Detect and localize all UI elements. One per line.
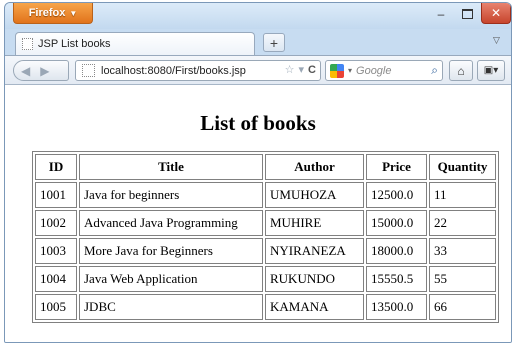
- table-row: 1004 Java Web Application RUKUNDO 15550.…: [35, 266, 496, 292]
- tab-title: JSP List books: [38, 38, 111, 50]
- cell-id: 1005: [35, 294, 77, 320]
- cell-id: 1001: [35, 182, 77, 208]
- cell-quantity: 33: [429, 238, 496, 264]
- cell-price: 12500.0: [366, 182, 427, 208]
- table-header-row: ID Title Author Price Quantity: [35, 154, 496, 180]
- url-bar-actions: ☆ ▾ C: [285, 63, 316, 77]
- minimize-button[interactable]: –: [429, 5, 453, 23]
- close-button[interactable]: ✕: [481, 3, 511, 24]
- cell-quantity: 55: [429, 266, 496, 292]
- cell-title: Advanced Java Programming: [79, 210, 263, 236]
- reload-icon[interactable]: C: [308, 64, 316, 76]
- maximize-button[interactable]: [455, 5, 479, 23]
- page-content: List of books ID Title Author Price Quan…: [5, 85, 511, 342]
- table-row: 1005 JDBC KAMANA 13500.0 66: [35, 294, 496, 320]
- firefox-menu-button[interactable]: Firefox ▼: [13, 3, 93, 24]
- cell-quantity: 11: [429, 182, 496, 208]
- site-identity-icon[interactable]: [82, 64, 95, 77]
- cell-id: 1004: [35, 266, 77, 292]
- list-all-tabs-button[interactable]: ▽: [493, 35, 500, 46]
- back-arrow-icon[interactable]: ◀: [21, 64, 30, 78]
- cell-price: 15550.5: [366, 266, 427, 292]
- cell-price: 18000.0: [366, 238, 427, 264]
- cell-title: Java for beginners: [79, 182, 263, 208]
- cell-author: NYIRANEZA: [265, 238, 364, 264]
- cell-title: More Java for Beginners: [79, 238, 263, 264]
- firefox-menu-label: Firefox: [28, 7, 66, 19]
- table-row: 1001 Java for beginners UMUHOZA 12500.0 …: [35, 182, 496, 208]
- home-button[interactable]: ⌂: [449, 60, 473, 81]
- forward-arrow-icon[interactable]: ▶: [40, 64, 49, 78]
- title-bar: Firefox ▼ – ✕: [5, 3, 511, 29]
- cell-author: KAMANA: [265, 294, 364, 320]
- url-bar[interactable]: localhost:8080/First/books.jsp ☆ ▾ C: [75, 60, 321, 81]
- navigation-bar: ◀ ▶ localhost:8080/First/books.jsp ☆ ▾ C…: [5, 55, 511, 85]
- close-icon: ✕: [490, 6, 502, 20]
- minimize-icon: –: [437, 7, 445, 21]
- search-placeholder: Google: [356, 64, 392, 77]
- bookmark-star-icon[interactable]: ☆: [285, 63, 295, 76]
- cell-id: 1003: [35, 238, 77, 264]
- cell-quantity: 66: [429, 294, 496, 320]
- maximize-icon: [461, 9, 473, 19]
- plus-icon: +: [269, 34, 279, 51]
- page-title: List of books: [200, 111, 316, 135]
- magnifier-icon[interactable]: ⌕: [431, 63, 438, 78]
- tab-jsp-list-books[interactable]: JSP List books: [15, 32, 255, 55]
- bookmarks-menu-button[interactable]: ▣▾: [477, 60, 505, 81]
- page-icon: [22, 38, 33, 50]
- cell-title: Java Web Application: [79, 266, 263, 292]
- search-bar[interactable]: ▾ Google ⌕: [325, 60, 443, 81]
- column-header-price: Price: [366, 154, 427, 180]
- chevron-down-icon: ▼: [69, 8, 78, 18]
- cell-title: JDBC: [79, 294, 263, 320]
- table-row: 1003 More Java for Beginners NYIRANEZA 1…: [35, 238, 496, 264]
- table-row: 1002 Advanced Java Programming MUHIRE 15…: [35, 210, 496, 236]
- google-icon[interactable]: [330, 63, 344, 78]
- books-table: ID Title Author Price Quantity 1001 Java…: [32, 151, 499, 323]
- home-icon: ⌂: [457, 63, 465, 78]
- browser-window: Firefox ▼ – ✕ JSP List books + ▽ ◀ ▶ loc…: [4, 2, 512, 343]
- cell-id: 1002: [35, 210, 77, 236]
- new-tab-button[interactable]: +: [263, 33, 285, 52]
- bookmarks-menu-icon: ▣▾: [483, 65, 499, 76]
- cell-author: RUKUNDO: [265, 266, 364, 292]
- column-header-title: Title: [79, 154, 263, 180]
- cell-price: 13500.0: [366, 294, 427, 320]
- cell-author: MUHIRE: [265, 210, 364, 236]
- cell-price: 15000.0: [366, 210, 427, 236]
- back-forward-buttons: ◀ ▶: [13, 60, 69, 81]
- column-header-author: Author: [265, 154, 364, 180]
- column-header-id: ID: [35, 154, 77, 180]
- tab-strip: JSP List books + ▽: [5, 29, 511, 55]
- cell-quantity: 22: [429, 210, 496, 236]
- chevron-down-icon: ▽: [493, 35, 500, 45]
- column-header-quantity: Quantity: [429, 154, 496, 180]
- cell-author: UMUHOZA: [265, 182, 364, 208]
- chevron-down-icon[interactable]: ▾: [348, 66, 352, 75]
- url-text: localhost:8080/First/books.jsp: [101, 64, 246, 77]
- chevron-down-icon[interactable]: ▾: [299, 63, 305, 76]
